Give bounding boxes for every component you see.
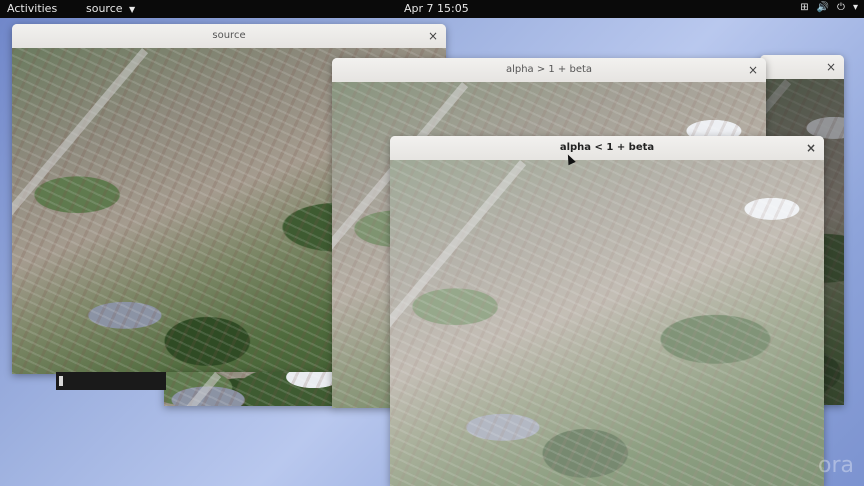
system-tray[interactable]: ⊞ 🔊 ⏻ ▾	[800, 2, 858, 13]
window-title: alpha < 1 + beta	[559, 142, 655, 153]
desktop-watermark: ora	[818, 453, 854, 478]
window-title: source	[212, 30, 246, 41]
image-overlay	[390, 160, 824, 486]
window-source-titlebar[interactable]: source ×	[12, 24, 446, 49]
clock[interactable]: Apr 7 15:05	[404, 2, 469, 15]
app-menu[interactable]: source ▼	[86, 2, 135, 15]
power-icon: ⏻	[837, 2, 845, 13]
terminal-cursor	[59, 376, 63, 386]
window-alpha-lt-beta[interactable]: alpha < 1 + beta ×	[390, 136, 824, 486]
activities-button[interactable]: Activities	[7, 2, 57, 15]
window-lower-strip	[164, 372, 334, 406]
terminal-fragment[interactable]	[56, 372, 166, 390]
aerial-image	[164, 372, 334, 406]
window-alpha-lt-beta-image	[390, 160, 824, 486]
top-bar: Activities source ▼ Apr 7 15:05 ⊞ 🔊 ⏻ ▾	[0, 0, 864, 18]
volume-icon: 🔊	[816, 2, 830, 13]
window-title: alpha > 1 + beta	[505, 64, 593, 75]
chevron-down-icon: ▼	[129, 5, 136, 14]
network-icon: ⊞	[800, 2, 809, 13]
window-rear-titlebar[interactable]: ×	[760, 55, 844, 80]
window-alpha-gt-beta-titlebar[interactable]: alpha > 1 + beta ×	[332, 58, 766, 83]
app-menu-label: source	[86, 2, 123, 15]
close-icon[interactable]: ×	[826, 55, 836, 79]
close-icon[interactable]: ×	[806, 136, 816, 160]
close-icon[interactable]: ×	[748, 58, 758, 82]
lower-strip-image	[164, 372, 334, 406]
close-icon[interactable]: ×	[428, 24, 438, 48]
window-alpha-lt-beta-titlebar[interactable]: alpha < 1 + beta ×	[390, 136, 824, 161]
chevron-down-icon: ▾	[852, 2, 858, 13]
